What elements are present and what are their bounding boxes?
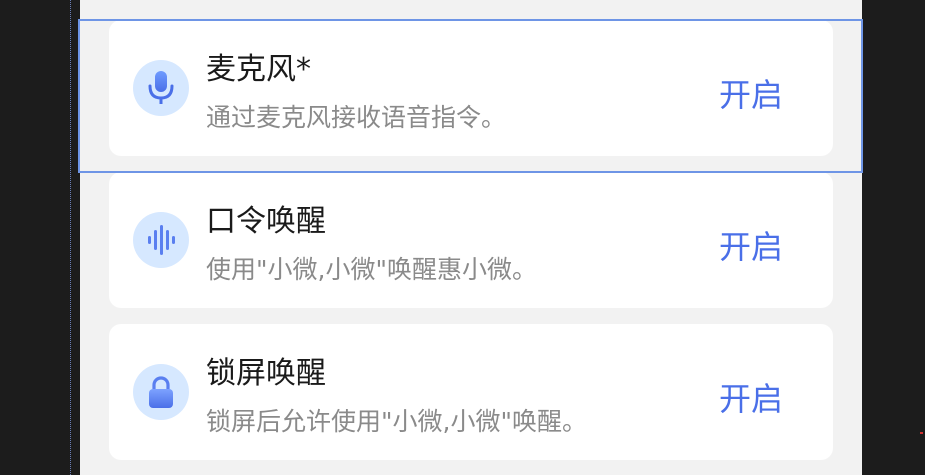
permission-title: 锁屏唤醒: [206, 356, 326, 391]
enable-lockscreen-wake-button[interactable]: 开启: [719, 374, 783, 420]
microphone-icon: [133, 60, 189, 116]
enable-microphone-button[interactable]: 开启: [719, 70, 783, 116]
enable-voice-wake-button[interactable]: 开启: [719, 222, 783, 268]
marker-dot: [920, 432, 923, 434]
permission-description: 锁屏后允许使用"小微,小微"唤醒。: [206, 407, 587, 436]
permission-card-voice-wake[interactable]: 口令唤醒 使用"小微,小微"唤醒惠小微。 开启: [109, 172, 833, 308]
permissions-panel: 麦克风* 通过麦克风接收语音指令。 开启 口令唤醒 使用"小微,小微"唤醒惠小微…: [80, 0, 862, 475]
permission-title: 口令唤醒: [206, 204, 326, 239]
voice-wave-icon: [133, 212, 189, 268]
permission-card-lockscreen-wake[interactable]: 锁屏唤醒 锁屏后允许使用"小微,小微"唤醒。 开启: [109, 324, 833, 460]
permission-card-microphone[interactable]: 麦克风* 通过麦克风接收语音指令。 开启: [109, 20, 833, 156]
permission-title: 麦克风*: [206, 52, 311, 87]
lock-icon: [133, 364, 189, 420]
permission-description: 通过麦克风接收语音指令。: [206, 103, 507, 132]
permission-description: 使用"小微,小微"唤醒惠小微。: [206, 255, 537, 284]
guide-line: [70, 0, 72, 475]
